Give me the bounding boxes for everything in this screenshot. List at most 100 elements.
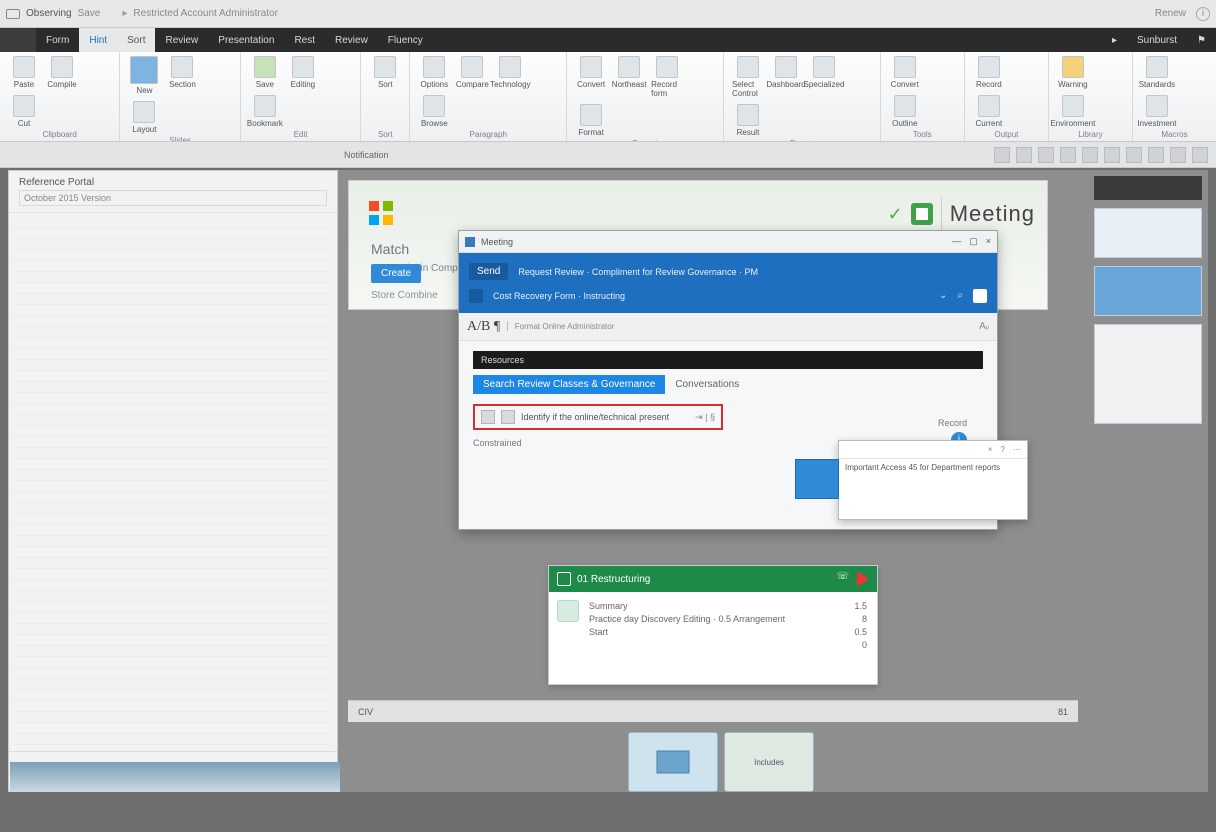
tab-form[interactable]: Form xyxy=(36,28,79,52)
tb2-icon[interactable] xyxy=(1060,147,1076,163)
ribbon-compare[interactable]: Compare xyxy=(456,56,488,89)
ribbon-standards[interactable]: Standards xyxy=(1141,56,1173,89)
ribbon-warning[interactable]: Warning xyxy=(1057,56,1089,89)
rc-box[interactable] xyxy=(1094,266,1202,316)
ribbon-group-sort: Sort Sort xyxy=(361,52,410,141)
ribbon-investment[interactable]: Investment xyxy=(1141,95,1173,128)
tab-unselected[interactable]: Conversations xyxy=(665,375,749,394)
tab-presentation[interactable]: Presentation xyxy=(208,28,284,52)
card-thumb-icon xyxy=(557,600,579,622)
nav-list[interactable] xyxy=(9,213,337,751)
ribbon-result[interactable]: Result xyxy=(732,104,764,137)
card-phone-icon[interactable]: ☏ xyxy=(836,571,849,587)
tab-review[interactable]: Review xyxy=(155,28,208,52)
ribbon-group-clipboard: Paste Compile Cut Clipboard xyxy=(0,52,120,141)
tab-selected[interactable]: Search Review Classes & Governance xyxy=(473,375,665,394)
send-button[interactable]: Send xyxy=(469,263,508,280)
format-more-icon[interactable]: Aᵥ xyxy=(979,321,989,332)
ribbon-format[interactable]: Format xyxy=(575,104,607,137)
flyout-close-icon[interactable]: × xyxy=(988,445,993,454)
ribbon-layout[interactable]: Layout xyxy=(128,101,160,134)
checkbox-icon[interactable] xyxy=(481,410,495,424)
tab-fluency[interactable]: Fluency xyxy=(378,28,433,52)
font-size[interactable]: A/B ¶ xyxy=(467,319,500,335)
ribbon-group-format: Convert Northeast Record form Format For… xyxy=(567,52,724,141)
ribbon-convert2[interactable]: Convert xyxy=(889,56,921,89)
ribbon-browse[interactable]: Browse xyxy=(418,95,450,128)
tb2-icon[interactable] xyxy=(1148,147,1164,163)
ribbon-tabs: Form Hint Sort Review Presentation Rest … xyxy=(0,28,1216,52)
card-row-l: Summary xyxy=(589,601,628,611)
landscape-strip xyxy=(10,762,340,792)
tb2-icon[interactable] xyxy=(1170,147,1186,163)
ribbon-northeast[interactable]: Northeast xyxy=(613,56,645,98)
ribbon-current[interactable]: Current xyxy=(973,95,1005,128)
ribbon-section[interactable]: Section xyxy=(166,56,198,95)
dialog-titlebar[interactable]: Meeting — ▢ × xyxy=(459,231,997,253)
ribbon-environment[interactable]: Environment xyxy=(1057,95,1089,128)
meeting-sub3: Store Combine xyxy=(371,290,438,301)
field-end-icon[interactable]: ⇥ | § xyxy=(695,412,715,423)
task-thumb[interactable]: Includes xyxy=(724,732,814,792)
tab-right-chevron[interactable]: ▸ xyxy=(1102,28,1127,52)
flyout-more-icon[interactable]: ⋯ xyxy=(1013,445,1021,454)
flyout-anchor[interactable] xyxy=(795,459,839,499)
search-icon[interactable]: ⌕ xyxy=(957,290,963,301)
rc-box[interactable] xyxy=(1094,208,1202,258)
ribbon-recordform[interactable]: Record form xyxy=(651,56,683,98)
ribbon: Paste Compile Cut Clipboard New Section … xyxy=(0,52,1216,142)
ribbon-sort[interactable]: Sort xyxy=(369,56,401,89)
tb2-icon[interactable] xyxy=(1016,147,1032,163)
tab-sort[interactable]: Sort xyxy=(117,28,155,52)
nav-sub: October 2015 Version xyxy=(19,190,327,206)
flyout-help-icon[interactable]: ? xyxy=(1001,445,1005,454)
ribbon-convert[interactable]: Convert xyxy=(575,56,607,98)
renew-link[interactable]: Renew xyxy=(1155,8,1186,19)
info-icon[interactable]: i xyxy=(1196,7,1210,21)
close-icon[interactable]: × xyxy=(986,236,991,247)
ribbon-compile[interactable]: Compile xyxy=(46,56,78,89)
ribbon-cut[interactable]: Cut xyxy=(8,95,40,128)
tb2-icon[interactable] xyxy=(1192,147,1208,163)
taskbar-thumbs: Includes xyxy=(628,722,814,792)
titlebar: Observing Save ▸ Restricted Account Admi… xyxy=(0,0,1216,28)
gear-icon[interactable] xyxy=(973,289,987,303)
ribbon-record2[interactable]: Record xyxy=(973,56,1005,89)
ribbon-group-macros: Standards Investment Macros xyxy=(1133,52,1216,141)
ribbon-bookmark[interactable]: Bookmark xyxy=(249,95,281,128)
save-label[interactable]: Save xyxy=(78,8,101,19)
ribbon-save[interactable]: Save xyxy=(249,56,281,89)
tb2-icon[interactable] xyxy=(1104,147,1120,163)
create-button[interactable]: Create xyxy=(371,264,421,283)
tb2-icon[interactable] xyxy=(1082,147,1098,163)
ribbon-options[interactable]: Options xyxy=(418,56,450,89)
tab-review2[interactable]: Review xyxy=(325,28,378,52)
ribbon-editing[interactable]: Editing xyxy=(287,56,319,89)
task-thumb[interactable] xyxy=(628,732,718,792)
ribbon-outline[interactable]: Outline xyxy=(889,95,921,128)
play-icon[interactable] xyxy=(857,571,869,587)
list-icon[interactable] xyxy=(469,289,483,303)
ribbon-group-paragraph: Options Compare Technology Browse Paragr… xyxy=(410,52,567,141)
ribbon-paste[interactable]: Paste xyxy=(8,56,40,89)
maximize-icon[interactable]: ▢ xyxy=(969,236,978,247)
ribbon-technology[interactable]: Technology xyxy=(494,56,526,89)
ribbon-new[interactable]: New xyxy=(128,56,160,95)
tab-file[interactable] xyxy=(0,28,36,52)
chevron-down-icon[interactable]: ⌄ xyxy=(939,290,947,301)
tab-rest[interactable]: Rest xyxy=(284,28,325,52)
ribbon-specialized[interactable]: Specialized xyxy=(808,56,840,98)
ribbon-select[interactable]: Select Control xyxy=(732,56,764,98)
tb2-icon[interactable] xyxy=(1126,147,1142,163)
tab-sunburst[interactable]: Sunburst xyxy=(1127,28,1187,52)
highlighted-field[interactable]: Identify if the online/technical present… xyxy=(473,404,723,430)
tab-flag-icon[interactable]: ⚑ xyxy=(1187,28,1216,52)
tb2-icon[interactable] xyxy=(994,147,1010,163)
rc-box[interactable] xyxy=(1094,324,1202,424)
card-row-l: Practice day Discovery Editing · 0.5 Arr… xyxy=(589,614,785,624)
tb2-icon[interactable] xyxy=(1038,147,1054,163)
tab-hint[interactable]: Hint xyxy=(79,28,117,52)
minimize-icon[interactable]: — xyxy=(952,236,961,247)
secondary-toolbar: Notification xyxy=(0,142,1216,168)
ribbon-dashboard[interactable]: Dashboard xyxy=(770,56,802,98)
